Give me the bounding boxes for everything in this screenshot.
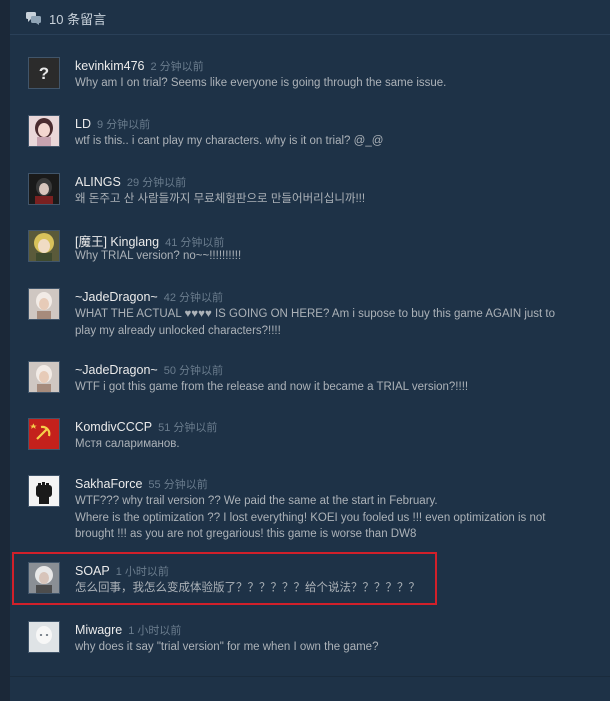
comment-text: wtf is this.. i cant play my characters.… xyxy=(75,135,384,147)
comment-text: Why am I on trial? Seems like everyone i… xyxy=(75,77,447,89)
bottom-divider xyxy=(10,676,610,677)
comment-text: 怎么回事，我怎么变成体验版了？？？？？？给个说法？？？？？？ xyxy=(75,582,420,594)
comment-text: WTF??? why trail version ?? We paid the … xyxy=(75,495,546,540)
comment-author[interactable]: KomdivCCCP xyxy=(75,420,152,434)
comment-time: 1 小时以前 xyxy=(128,625,182,637)
comment-author[interactable]: SOAP xyxy=(75,564,110,578)
comment-author[interactable]: Miwagre xyxy=(75,623,122,637)
comment-author[interactable]: ALINGS xyxy=(75,175,121,189)
comment-text: Why TRIAL version? no~~!!!!!!!!!! xyxy=(75,250,242,262)
comment-text: 왜 돈주고 산 사람들까지 무료체험판으로 만들어버리십니까!!! xyxy=(75,193,366,205)
blonde-character-avatar[interactable] xyxy=(28,230,60,262)
comment-author[interactable]: ~JadeDragon~ xyxy=(75,290,158,304)
comment-time: 9 分钟以前 xyxy=(96,119,151,131)
comment-time: 55 分钟以前 xyxy=(148,479,208,491)
comment-text: WTF i got this game from the release and… xyxy=(75,381,469,393)
dark-character-avatar[interactable] xyxy=(28,173,60,205)
comment-time: 2 分钟以前 xyxy=(150,61,204,73)
comment-author[interactable]: SakhaForce xyxy=(75,477,142,491)
comment-text: Мстя салариманов. xyxy=(75,438,180,450)
comment-count: 10 条留言 xyxy=(49,11,107,27)
comment-time: 51 分钟以前 xyxy=(158,422,218,434)
jade-avatar[interactable] xyxy=(28,361,60,393)
question-mark-avatar[interactable]: ? xyxy=(28,57,60,89)
comment-text: why does it say "trial version" for me w… xyxy=(75,641,379,653)
comment-author[interactable]: kevinkim476 xyxy=(75,59,144,73)
comment-text: WHAT THE ACTUAL ♥♥♥♥ IS GOING ON HERE? A… xyxy=(75,308,556,337)
header-divider xyxy=(10,34,610,35)
red-flag-avatar[interactable] xyxy=(28,418,60,450)
jade-avatar[interactable] xyxy=(28,288,60,320)
svg-text:?: ? xyxy=(39,64,49,83)
comment-author[interactable]: ~JadeDragon~ xyxy=(75,363,158,377)
chat-bubbles-icon xyxy=(26,11,41,25)
white-hair-avatar[interactable] xyxy=(28,562,60,594)
comment-time: 1 小时以前 xyxy=(115,566,169,578)
comment-time: 29 分钟以前 xyxy=(126,177,187,189)
fist-avatar[interactable] xyxy=(28,475,60,507)
comment-time: 50 分钟以前 xyxy=(163,365,223,377)
comments-header: 10 条留言 xyxy=(26,9,106,27)
anime-girl-avatar[interactable] xyxy=(28,115,60,147)
comments-panel: 10 条留言 ? kevinkim476 2 分钟以前 Why am I on t… xyxy=(10,0,610,701)
comment-author[interactable]: [魔王] Kinglang xyxy=(75,235,159,249)
pale-face-avatar[interactable] xyxy=(28,621,60,653)
comment-author[interactable]: LD xyxy=(75,117,91,131)
comment-time: 42 分钟以前 xyxy=(163,292,223,304)
